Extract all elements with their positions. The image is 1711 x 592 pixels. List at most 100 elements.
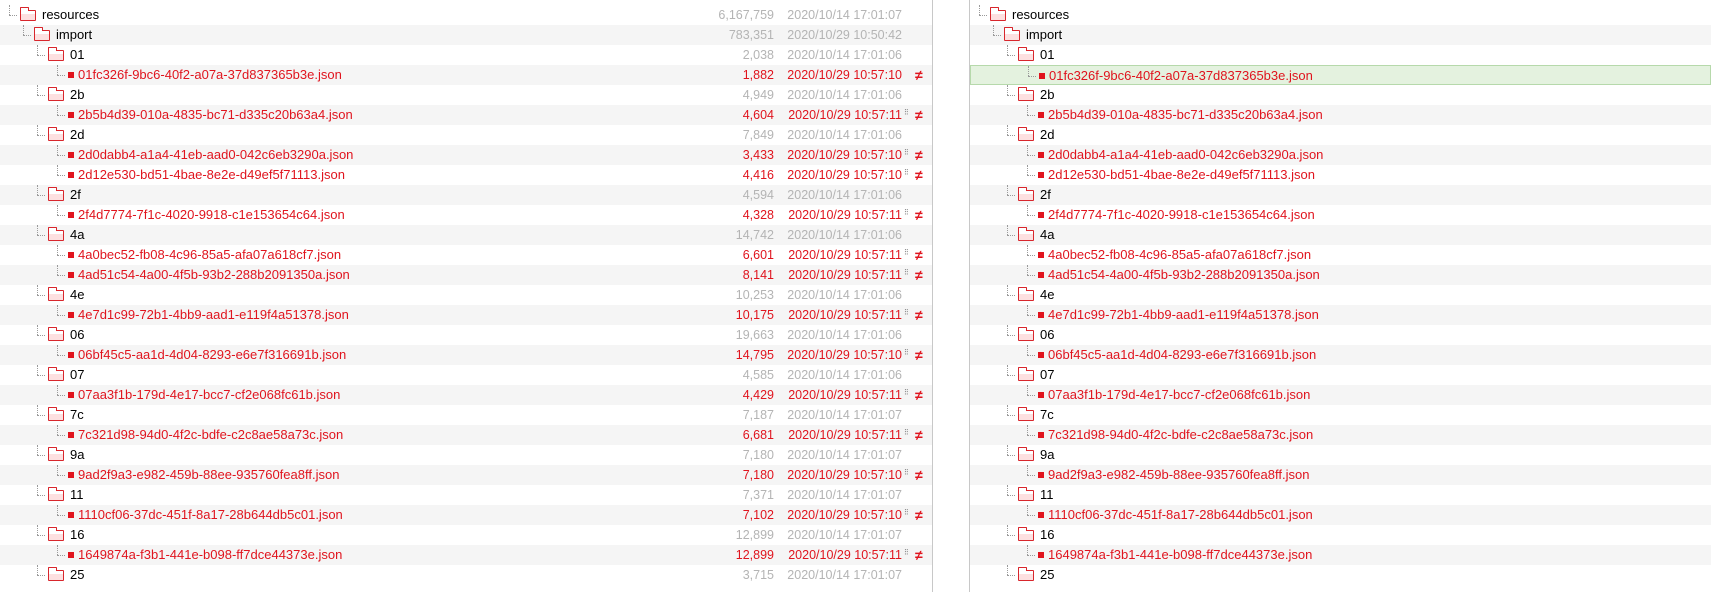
folder-row[interactable]: 2f 4,594 2020/10/14 17:01:06 <box>0 185 932 205</box>
file-row[interactable]: 2f4d7774-7f1c-4020-9918-c1e153654c64.jso… <box>970 205 1711 225</box>
folder-row[interactable]: resources 6,167,759 2020/10/14 17:01:07 <box>0 5 932 25</box>
file-row[interactable]: 2d12e530-bd51-4bae-8e2e-d49ef5f71113.jso… <box>0 165 932 185</box>
folder-open-icon[interactable] <box>1018 127 1034 141</box>
folder-row[interactable]: 25 <box>970 565 1711 585</box>
folder-row[interactable]: 06 19,663 2020/10/14 17:01:06 <box>0 325 932 345</box>
folder-open-icon[interactable] <box>1018 227 1034 241</box>
folder-open-icon[interactable] <box>1018 367 1034 381</box>
folder-name: 2f <box>70 187 81 202</box>
file-row[interactable]: 01fc326f-9bc6-40f2-a07a-37d837365b3e.jso… <box>0 65 932 85</box>
folder-row[interactable]: 4e <box>970 285 1711 305</box>
folder-row[interactable]: 4e 10,253 2020/10/14 17:01:06 <box>0 285 932 305</box>
file-row[interactable]: 4e7d1c99-72b1-4bb9-aad1-e119f4a51378.jso… <box>970 305 1711 325</box>
folder-row[interactable]: 7c 7,187 2020/10/14 17:01:07 <box>0 405 932 425</box>
folder-open-icon[interactable] <box>48 187 64 201</box>
folder-row[interactable]: 11 <box>970 485 1711 505</box>
file-row[interactable]: 4ad51c54-4a00-4f5b-93b2-288b2091350a.jso… <box>970 265 1711 285</box>
folder-open-icon[interactable] <box>1004 27 1020 41</box>
folder-open-icon[interactable] <box>1018 327 1034 341</box>
folder-open-icon[interactable] <box>1018 487 1034 501</box>
file-row[interactable]: 1649874a-f3b1-441e-b098-ff7dce44373e.jso… <box>970 545 1711 565</box>
folder-name: 07 <box>1040 367 1055 382</box>
folder-row[interactable]: 07 <box>970 365 1711 385</box>
folder-open-icon[interactable] <box>48 367 64 381</box>
folder-row[interactable]: 01 2,038 2020/10/14 17:01:06 <box>0 45 932 65</box>
folder-row[interactable]: 7c <box>970 405 1711 425</box>
folder-open-icon[interactable] <box>48 47 64 61</box>
file-row[interactable]: 2f4d7774-7f1c-4020-9918-c1e153654c64.jso… <box>0 205 932 225</box>
tree-guide <box>1007 415 1015 416</box>
folder-row[interactable]: 2b <box>970 85 1711 105</box>
folder-row[interactable]: 11 7,371 2020/10/14 17:01:07 <box>0 485 932 505</box>
file-row[interactable]: 2d0dabb4-a1a4-41eb-aad0-042c6eb3290a.jso… <box>970 145 1711 165</box>
folder-row[interactable]: 2d 7,849 2020/10/14 17:01:06 <box>0 125 932 145</box>
folder-open-icon[interactable] <box>1018 187 1034 201</box>
file-row[interactable]: 7c321d98-94d0-4f2c-bdfe-c2c8ae58a73c.jso… <box>970 425 1711 445</box>
folder-open-icon[interactable] <box>34 27 50 41</box>
folder-row[interactable]: 07 4,585 2020/10/14 17:01:06 <box>0 365 932 385</box>
folder-open-icon[interactable] <box>1018 87 1034 101</box>
folder-row[interactable]: 9a 7,180 2020/10/14 17:01:07 <box>0 445 932 465</box>
folder-open-icon[interactable] <box>48 527 64 541</box>
file-row[interactable]: 06bf45c5-aa1d-4d04-8293-e6e7f316691b.jso… <box>970 345 1711 365</box>
folder-row[interactable]: 01 <box>970 45 1711 65</box>
file-row[interactable]: 07aa3f1b-179d-4e17-bcc7-cf2e068fc61b.jso… <box>970 385 1711 405</box>
folder-row[interactable]: 16 <box>970 525 1711 545</box>
right-folder-pane[interactable]: resources import 01 01fc326f-9bc6-40f2-a07a… <box>970 0 1711 592</box>
file-row[interactable]: 1110cf06-37dc-451f-8a17-28b644db5c01.jso… <box>970 505 1711 525</box>
folder-open-icon[interactable] <box>1018 47 1034 61</box>
folder-open-icon[interactable] <box>990 7 1006 21</box>
split-view-icon: ⁝⁝ <box>904 427 909 437</box>
file-name: 06bf45c5-aa1d-4d04-8293-e6e7f316691b.jso… <box>1048 347 1317 362</box>
folder-open-icon[interactable] <box>48 487 64 501</box>
file-row[interactable]: 4ad51c54-4a00-4f5b-93b2-288b2091350a.jso… <box>0 265 932 285</box>
file-row-selected[interactable]: 01fc326f-9bc6-40f2-a07a-37d837365b3e.jso… <box>970 65 1711 85</box>
file-row[interactable]: 1110cf06-37dc-451f-8a17-28b644db5c01.jso… <box>0 505 932 525</box>
folder-open-icon[interactable] <box>48 227 64 241</box>
folder-open-icon[interactable] <box>48 87 64 101</box>
folder-row[interactable]: 25 3,715 2020/10/14 17:01:07 <box>0 565 932 585</box>
folder-row[interactable]: import 783,351 2020/10/29 10:50:42 <box>0 25 932 45</box>
folder-row[interactable]: import <box>970 25 1711 45</box>
tree-guide <box>1027 315 1035 316</box>
folder-row[interactable]: 4a 14,742 2020/10/14 17:01:06 <box>0 225 932 245</box>
folder-open-icon[interactable] <box>48 127 64 141</box>
folder-open-icon[interactable] <box>1018 527 1034 541</box>
file-row[interactable]: 2b5b4d39-010a-4835-bc71-d335c20b63a4.jso… <box>970 105 1711 125</box>
folder-row[interactable]: 2b 4,949 2020/10/14 17:01:06 <box>0 85 932 105</box>
folder-row[interactable]: 4a <box>970 225 1711 245</box>
folder-open-icon[interactable] <box>1018 567 1034 581</box>
file-row[interactable]: 1649874a-f3b1-441e-b098-ff7dce44373e.jso… <box>0 545 932 565</box>
left-folder-pane[interactable]: resources 6,167,759 2020/10/14 17:01:07 imp… <box>0 0 932 592</box>
file-row[interactable]: 4a0bec52-fb08-4c96-85a5-afa07a618cf7.jso… <box>970 245 1711 265</box>
folder-row[interactable]: 06 <box>970 325 1711 345</box>
file-row[interactable]: 2d0dabb4-a1a4-41eb-aad0-042c6eb3290a.jso… <box>0 145 932 165</box>
folder-open-icon[interactable] <box>48 327 64 341</box>
split-view-icon: ⁝⁝ <box>904 547 909 557</box>
folder-row[interactable]: 9a <box>970 445 1711 465</box>
file-row[interactable]: 4a0bec52-fb08-4c96-85a5-afa07a618cf7.jso… <box>0 245 932 265</box>
folder-row[interactable]: 2f <box>970 185 1711 205</box>
file-row[interactable]: 7c321d98-94d0-4f2c-bdfe-c2c8ae58a73c.jso… <box>0 425 932 445</box>
folder-open-icon[interactable] <box>1018 287 1034 301</box>
folder-open-icon[interactable] <box>20 7 36 21</box>
file-row[interactable]: 2b5b4d39-010a-4835-bc71-d335c20b63a4.jso… <box>0 105 932 125</box>
folder-row[interactable]: 16 12,899 2020/10/14 17:01:07 <box>0 525 932 545</box>
file-row[interactable]: 9ad2f9a3-e982-459b-88ee-935760fea8ff.jso… <box>0 465 932 485</box>
folder-open-icon[interactable] <box>48 407 64 421</box>
file-row[interactable]: 06bf45c5-aa1d-4d04-8293-e6e7f316691b.jso… <box>0 345 932 365</box>
file-row[interactable]: 9ad2f9a3-e982-459b-88ee-935760fea8ff.jso… <box>970 465 1711 485</box>
file-row[interactable]: 07aa3f1b-179d-4e17-bcc7-cf2e068fc61b.jso… <box>0 385 932 405</box>
file-row[interactable]: 2d12e530-bd51-4bae-8e2e-d49ef5f71113.jso… <box>970 165 1711 185</box>
folder-row[interactable]: resources <box>970 5 1711 25</box>
folder-open-icon[interactable] <box>1018 447 1034 461</box>
folder-open-icon[interactable] <box>48 567 64 581</box>
folder-row[interactable]: 2d <box>970 125 1711 145</box>
file-row[interactable]: 4e7d1c99-72b1-4bb9-aad1-e119f4a51378.jso… <box>0 305 932 325</box>
folder-open-icon[interactable] <box>1018 407 1034 421</box>
not-equal-icon: ≠ <box>915 147 923 163</box>
pane-splitter[interactable] <box>932 0 970 592</box>
tree-guide <box>1027 505 1028 515</box>
folder-open-icon[interactable] <box>48 447 64 461</box>
folder-open-icon[interactable] <box>48 287 64 301</box>
